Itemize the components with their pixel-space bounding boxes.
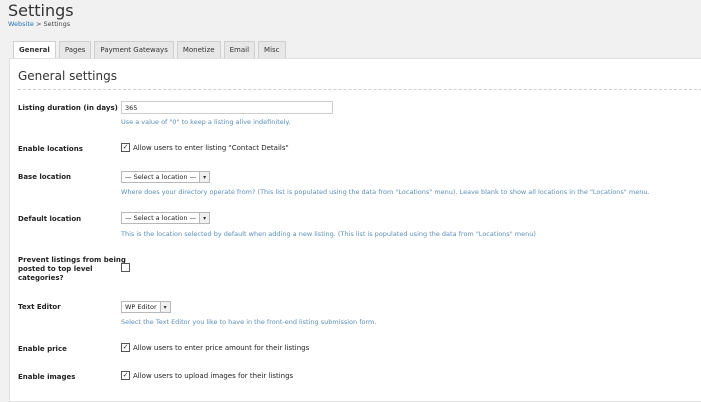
text-editor-label: Text Editor <box>18 303 61 311</box>
text-editor-select[interactable]: WP Editor ▾ <box>121 301 171 313</box>
enable-locations-label: Enable locations <box>18 145 83 153</box>
default-location-select[interactable]: — Select a location — ▾ <box>121 212 211 224</box>
page-title: Settings <box>8 1 74 20</box>
prevent-top-level-label-line2: posted to top level <box>18 265 93 273</box>
listing-duration-label: Listing duration (in days) <box>18 104 118 112</box>
prevent-top-level-label-line3: categories? <box>18 274 64 282</box>
tab-pages[interactable]: Pages <box>58 41 92 58</box>
text-editor-help: Select the Text Editor you like to have … <box>121 318 377 326</box>
check-icon: ✓ <box>122 343 129 351</box>
tab-payment-gateways[interactable]: Payment Gateways <box>94 41 174 58</box>
breadcrumb-link-website[interactable]: Website <box>8 20 34 28</box>
settings-tabs: General Pages Payment Gateways Monetize … <box>13 41 289 59</box>
check-icon: ✓ <box>122 143 129 151</box>
listing-duration-input[interactable] <box>121 101 333 114</box>
enable-locations-checkbox-label: Allow users to enter listing "Contact De… <box>133 143 289 152</box>
listing-duration-help: Use a value of "0" to keep a listing ali… <box>121 118 291 126</box>
enable-images-option[interactable]: ✓ Allow users to upload images for their… <box>121 371 293 380</box>
enable-locations-checkbox[interactable]: ✓ <box>121 143 130 152</box>
enable-locations-option[interactable]: ✓ Allow users to enter listing "Contact … <box>121 143 289 152</box>
text-editor-selected: WP Editor <box>125 303 157 311</box>
chevron-down-icon: ▾ <box>199 172 210 182</box>
chevron-down-icon: ▾ <box>199 213 210 223</box>
prevent-top-level-label-line1: Prevent listings from being <box>18 256 126 264</box>
breadcrumb-separator: > <box>33 20 44 28</box>
enable-price-checkbox[interactable]: ✓ <box>121 343 130 352</box>
settings-panel: General settings Listing duration (in da… <box>9 58 701 402</box>
prevent-top-level-checkbox[interactable] <box>121 263 130 272</box>
default-location-help: This is the location selected by default… <box>121 230 536 238</box>
breadcrumb-current: Settings <box>43 20 71 28</box>
enable-price-label: Enable price <box>18 345 67 353</box>
base-location-label: Base location <box>18 173 72 181</box>
enable-images-label: Enable images <box>18 373 76 381</box>
page-header: Settings Website > Settings <box>8 1 74 29</box>
base-location-selected: — Select a location — <box>125 173 197 181</box>
enable-images-checkbox-label: Allow users to upload images for their l… <box>133 371 294 380</box>
breadcrumb: Website > Settings <box>8 20 74 28</box>
prevent-top-level-label: Prevent listings from being posted to to… <box>18 256 126 283</box>
tab-general[interactable]: General <box>13 41 56 59</box>
enable-price-checkbox-label: Allow users to enter price amount for th… <box>133 343 310 352</box>
default-location-selected: — Select a location — <box>125 214 197 222</box>
section-divider <box>18 89 701 90</box>
enable-images-checkbox[interactable]: ✓ <box>121 371 130 380</box>
enable-price-option[interactable]: ✓ Allow users to enter price amount for … <box>121 343 309 352</box>
tab-misc[interactable]: Misc <box>258 41 286 58</box>
check-icon: ✓ <box>122 371 129 379</box>
tab-monetize[interactable]: Monetize <box>176 41 221 58</box>
section-title: General settings <box>18 69 117 83</box>
tab-email[interactable]: Email <box>223 41 256 58</box>
base-location-select[interactable]: — Select a location — ▾ <box>121 171 211 183</box>
default-location-label: Default location <box>18 215 82 223</box>
chevron-down-icon: ▾ <box>159 302 170 312</box>
base-location-help: Where does your directory operate from? … <box>121 188 650 196</box>
prevent-top-level-option[interactable] <box>121 263 133 272</box>
